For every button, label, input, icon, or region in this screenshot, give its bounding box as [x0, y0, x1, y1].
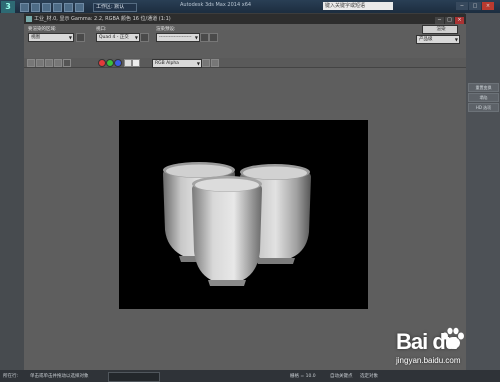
paw-logo-icon	[442, 327, 464, 349]
autokey-label[interactable]: 自动关键点	[330, 373, 353, 379]
render-window-icon	[26, 16, 32, 22]
render-preset-dropdown[interactable]: -------------------- ▼	[156, 33, 200, 42]
area-to-render-dropdown[interactable]: 视图 ▼	[28, 33, 74, 42]
render-mode-dropdown[interactable]: 产品级 ▼	[416, 35, 460, 44]
clear-icon[interactable]	[63, 59, 71, 67]
grid-readout: 栅格 = 10.0	[290, 374, 316, 379]
close-button[interactable]: ×	[482, 2, 494, 10]
render-setup-icon[interactable]	[200, 33, 209, 42]
reset-xform-button[interactable]: 重置变换	[468, 83, 499, 92]
lock-viewport-icon[interactable]	[140, 33, 149, 42]
print-icon[interactable]	[54, 59, 62, 67]
save-image-icon[interactable]	[27, 59, 35, 67]
viewport-label: 视口:	[96, 27, 107, 32]
render-toolbar: RGB Alpha ▼	[24, 58, 466, 68]
app-title: Autodesk 3ds Max 2014 x64	[180, 2, 252, 8]
render-window-title: 工业_材.0, 显示 Gamma: 2.2, RGBA 颜色 16 位/通道 (…	[34, 16, 171, 22]
search-input[interactable]: 键入关键字或短语	[323, 2, 393, 10]
blue-channel-toggle[interactable]	[114, 59, 122, 67]
red-channel-toggle[interactable]	[98, 59, 106, 67]
current-line-label: 所在行:	[3, 374, 19, 379]
open-file-icon[interactable]	[31, 3, 40, 12]
new-file-icon[interactable]	[20, 3, 29, 12]
render-window-title-bar: 工业_材.0, 显示 Gamma: 2.2, RGBA 颜色 16 位/通道 (…	[24, 14, 466, 24]
main-toolbar-left	[0, 13, 24, 370]
viewport-dropdown[interactable]: Quad 4 - 正交 ▼	[96, 33, 140, 42]
command-panel: 重置变换 塌陷 HD 选项	[465, 13, 500, 370]
render-maximize-button[interactable]: □	[445, 17, 454, 24]
alpha-toggle-icon[interactable]	[124, 59, 132, 67]
toggle-ui-icon[interactable]	[211, 59, 219, 67]
watermark-url: jingyan.baidu.com	[396, 356, 461, 365]
rendered-cups-image	[163, 162, 311, 286]
render-button[interactable]: 渲染	[422, 25, 458, 34]
render-options-row: 要渲染的区域: 视图 ▼ 视口: Quad 4 - 正交 ▼ 渲染预设: -----…	[24, 24, 466, 59]
area-to-render-label: 要渲染的区域:	[28, 27, 57, 32]
save-file-icon[interactable]	[42, 3, 51, 12]
render-frame-window: 工业_材.0, 显示 Gamma: 2.2, RGBA 颜色 16 位/通道 (…	[24, 14, 466, 370]
render-minimize-button[interactable]: −	[435, 17, 444, 24]
collapse-button[interactable]: 塌陷	[468, 93, 499, 102]
window-controls: − □ ×	[455, 2, 497, 11]
status-prompt: 单击或单击并拖动以选择对象	[30, 374, 89, 379]
workspace-dropdown[interactable]: 工作区: 默认	[93, 3, 137, 12]
app-logo-icon[interactable]: 3	[1, 1, 15, 13]
undo-icon[interactable]	[53, 3, 62, 12]
clone-window-icon[interactable]	[45, 59, 53, 67]
display-channel-dropdown[interactable]: RGB Alpha ▼	[152, 59, 202, 68]
rendered-image	[119, 120, 368, 309]
redo-icon[interactable]	[64, 3, 73, 12]
app-title-bar: 3 工作区: 默认 Autodesk 3ds Max 2014 x64 键入关键…	[0, 0, 500, 13]
watermark: Bai du jingyan.baidu.com	[384, 325, 494, 373]
render-close-button[interactable]: ×	[455, 17, 464, 24]
minimize-button[interactable]: −	[456, 2, 468, 10]
mono-toggle-icon[interactable]	[132, 59, 140, 67]
environment-icon[interactable]	[209, 33, 218, 42]
coordinate-input[interactable]	[108, 372, 160, 382]
green-channel-toggle[interactable]	[106, 59, 114, 67]
maximize-button[interactable]: □	[469, 2, 481, 10]
selection-dropdown[interactable]: 选定对象	[360, 373, 378, 379]
hd-options-button[interactable]: HD 选项	[468, 103, 499, 112]
render-preset-label: 渲染预设:	[156, 27, 176, 32]
project-folder-icon[interactable]	[75, 3, 84, 12]
copy-image-icon[interactable]	[36, 59, 44, 67]
color-swatch-icon[interactable]	[202, 59, 210, 67]
edit-region-icon[interactable]	[76, 33, 85, 42]
